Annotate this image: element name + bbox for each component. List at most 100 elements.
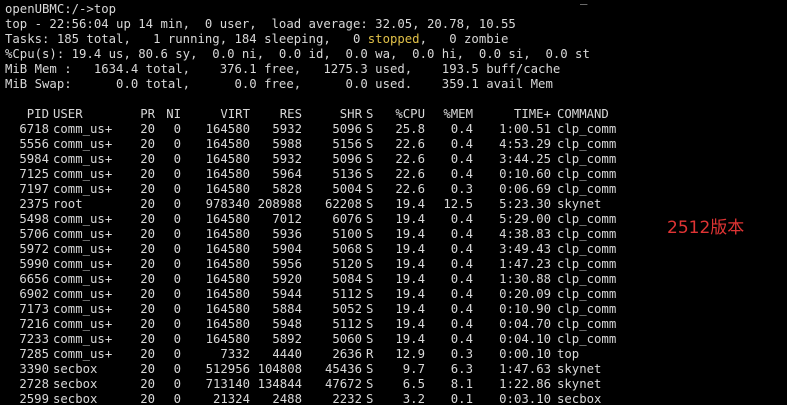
cell-command: clp_comm bbox=[557, 167, 617, 181]
cell-pid: 5984 bbox=[19, 152, 49, 166]
cell-cpu: 22.6 bbox=[395, 137, 425, 151]
column-header-time: TIME+ bbox=[513, 107, 551, 121]
cell-shr: 6076 bbox=[332, 212, 362, 226]
cell-cpu: 19.4 bbox=[395, 287, 425, 301]
cell-time: 1:47.23 bbox=[499, 257, 551, 271]
table-row: 6718 comm_us+ 20 0 164580 5932 5096 S 25.8 0.4 1:0… bbox=[5, 122, 785, 137]
column-header-user: USER bbox=[53, 107, 83, 121]
cell-pr: 20 bbox=[140, 272, 155, 286]
cell-state: R bbox=[366, 347, 374, 361]
cell-ni: 0 bbox=[173, 272, 181, 286]
cell-mem: 8.1 bbox=[450, 377, 473, 391]
cell-ni: 0 bbox=[173, 362, 181, 376]
column-header-res: RES bbox=[279, 107, 302, 121]
cell-mem: 6.3 bbox=[450, 362, 473, 376]
cell-user: comm_us+ bbox=[53, 152, 113, 166]
table-row: 5984 comm_us+ 20 0 164580 5932 5096 S 22.6 0.4 3:4… bbox=[5, 152, 785, 167]
cell-virt: 164580 bbox=[205, 167, 250, 181]
cell-virt: 164580 bbox=[205, 152, 250, 166]
cell-res: 134844 bbox=[257, 377, 302, 391]
cell-cpu: 9.7 bbox=[402, 362, 425, 376]
cell-time: 0:10.90 bbox=[499, 302, 551, 316]
cell-command: clp_comm bbox=[557, 272, 617, 286]
cell-time: 0:06.69 bbox=[499, 182, 551, 196]
table-row: 5972 comm_us+ 20 0 164580 5904 5068 S 19.4 0.4 3:4… bbox=[5, 242, 785, 257]
terminal-window[interactable]: _ openUBMC:/->top top - 22:56:04 up 14 m… bbox=[0, 0, 787, 405]
cell-mem: 0.4 bbox=[450, 227, 473, 241]
cell-user: comm_us+ bbox=[53, 287, 113, 301]
cell-pr: 20 bbox=[140, 182, 155, 196]
table-row: 7233 comm_us+ 20 0 164580 5892 5060 S 19.4 0.4 0:0… bbox=[5, 332, 785, 347]
tasks-line: Tasks: 185 total, 1 running, 184 sleepin… bbox=[5, 32, 508, 47]
table-row: 7216 comm_us+ 20 0 164580 5948 5112 S 19.4 0.4 0:0… bbox=[5, 317, 785, 332]
cell-shr: 5112 bbox=[332, 287, 362, 301]
cell-user: comm_us+ bbox=[53, 227, 113, 241]
cell-user: comm_us+ bbox=[53, 122, 113, 136]
cell-pr: 20 bbox=[140, 197, 155, 211]
cell-state: S bbox=[366, 182, 374, 196]
cell-user: comm_us+ bbox=[53, 332, 113, 346]
cell-pid: 2728 bbox=[19, 377, 49, 391]
cell-pid: 7285 bbox=[19, 347, 49, 361]
cell-state: S bbox=[366, 122, 374, 136]
cell-cpu: 19.4 bbox=[395, 197, 425, 211]
cell-pid: 6902 bbox=[19, 287, 49, 301]
cell-time: 0:10.60 bbox=[499, 167, 551, 181]
cell-virt: 164580 bbox=[205, 287, 250, 301]
cell-time: 0:03.10 bbox=[499, 392, 551, 405]
cell-mem: 0.4 bbox=[450, 167, 473, 181]
cell-time: 5:23.30 bbox=[499, 197, 551, 211]
table-row: 5556 comm_us+ 20 0 164580 5988 5156 S 22.6 0.4 4:5… bbox=[5, 137, 785, 152]
cell-mem: 0.4 bbox=[450, 122, 473, 136]
cell-virt: 164580 bbox=[205, 257, 250, 271]
cell-pid: 2599 bbox=[19, 392, 49, 405]
cell-res: 5988 bbox=[272, 137, 302, 151]
cell-command: clp_comm bbox=[557, 122, 617, 136]
cell-ni: 0 bbox=[173, 257, 181, 271]
cell-ni: 0 bbox=[173, 392, 181, 405]
cell-user: comm_us+ bbox=[53, 182, 113, 196]
cell-user: secbox bbox=[53, 362, 98, 376]
cell-mem: 0.4 bbox=[450, 212, 473, 226]
cpu-line: %Cpu(s): 19.4 us, 80.6 sy, 0.0 ni, 0.0 i… bbox=[5, 47, 590, 61]
cell-state: S bbox=[366, 302, 374, 316]
cell-time: 1:00.51 bbox=[499, 122, 551, 136]
cell-shr: 5084 bbox=[332, 272, 362, 286]
cell-cpu: 19.4 bbox=[395, 317, 425, 331]
cell-user: comm_us+ bbox=[53, 302, 113, 316]
cell-pr: 20 bbox=[140, 347, 155, 361]
table-row: 7197 comm_us+ 20 0 164580 5828 5004 S 22.6 0.3 0:0… bbox=[5, 182, 785, 197]
cell-mem: 0.4 bbox=[450, 137, 473, 151]
cell-mem: 0.4 bbox=[450, 332, 473, 346]
cell-res: 5884 bbox=[272, 302, 302, 316]
cell-state: S bbox=[366, 287, 374, 301]
cell-res: 5932 bbox=[272, 152, 302, 166]
column-header-cpu: %CPU bbox=[395, 107, 425, 121]
cell-state: S bbox=[366, 242, 374, 256]
cell-mem: 12.5 bbox=[443, 197, 473, 211]
cell-res: 2488 bbox=[272, 392, 302, 405]
cell-ni: 0 bbox=[173, 242, 181, 256]
column-header-command: COMMAND bbox=[557, 107, 609, 121]
cell-res: 5892 bbox=[272, 332, 302, 346]
cursor-mark: _ bbox=[580, 0, 588, 5]
swap-line: MiB Swap: 0.0 total, 0.0 free, 0.0 used.… bbox=[5, 77, 553, 91]
cell-res: 5944 bbox=[272, 287, 302, 301]
cell-virt: 713140 bbox=[205, 377, 250, 391]
cell-user: comm_us+ bbox=[53, 137, 113, 151]
cell-user: comm_us+ bbox=[53, 212, 113, 226]
cell-command: clp_comm bbox=[557, 152, 617, 166]
cell-user: comm_us+ bbox=[53, 167, 113, 181]
cell-mem: 0.4 bbox=[450, 302, 473, 316]
mem-line: MiB Mem : 1634.4 total, 376.1 free, 1275… bbox=[5, 62, 561, 76]
top-uptime-line: top - 22:56:04 up 14 min, 0 user, load a… bbox=[5, 17, 516, 31]
cell-virt: 164580 bbox=[205, 272, 250, 286]
column-header-pr: PR bbox=[140, 107, 155, 121]
cell-command: clp_comm bbox=[557, 242, 617, 256]
cell-pid: 7125 bbox=[19, 167, 49, 181]
cell-shr: 5068 bbox=[332, 242, 362, 256]
cell-virt: 164580 bbox=[205, 137, 250, 151]
cell-state: S bbox=[366, 332, 374, 346]
cell-cpu: 25.8 bbox=[395, 122, 425, 136]
cell-res: 5948 bbox=[272, 317, 302, 331]
